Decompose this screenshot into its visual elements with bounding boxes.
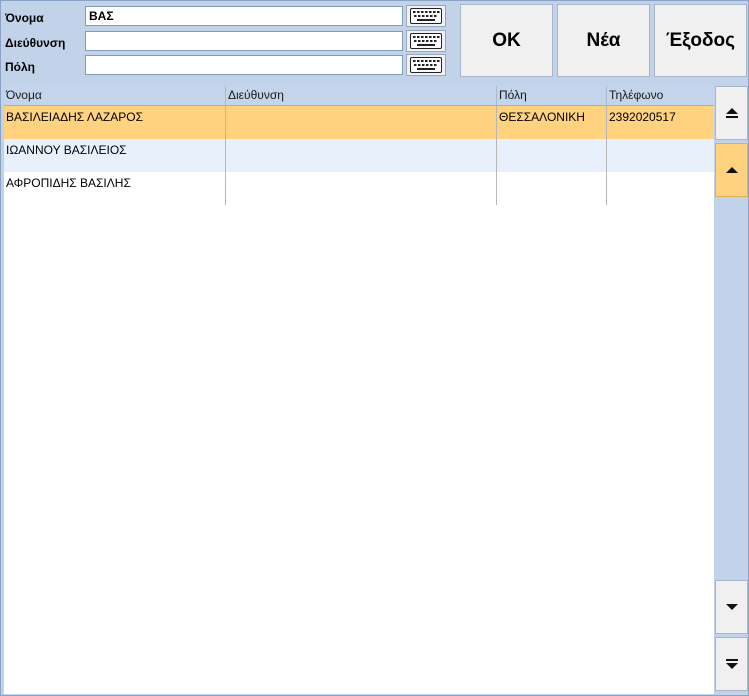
name-label: Όνομα [5, 11, 44, 25]
table-row[interactable]: ΑΦΡΟΠΙΔΗΣ ΒΑΣΙΛΗΣ [4, 172, 714, 205]
results-grid[interactable]: Όνομα Διεύθυνση Πόλη Τηλέφωνο ΒΑΣΙΛΕΙΑΔΗ… [4, 86, 714, 694]
city-keyboard-button[interactable] [406, 54, 446, 76]
cell-phone [607, 139, 714, 172]
last-page-icon [725, 659, 738, 669]
cell-name: ΙΩΑΝΝΟΥ ΒΑΣΙΛΕΙΟΣ [4, 139, 226, 172]
arrow-up-icon [725, 167, 738, 173]
grid-header: Όνομα Διεύθυνση Πόλη Τηλέφωνο [4, 86, 714, 106]
new-button[interactable]: Νέα [557, 4, 650, 77]
column-header-city[interactable]: Πόλη [497, 86, 607, 105]
column-header-address[interactable]: Διεύθυνση [226, 86, 497, 105]
column-header-name[interactable]: Όνομα [4, 86, 226, 105]
cell-phone: 2392020517 [609, 110, 676, 124]
scroll-up-button[interactable] [715, 143, 748, 197]
table-row[interactable]: ΙΩΑΝΝΟΥ ΒΑΣΙΛΕΙΟΣ [4, 139, 714, 172]
name-keyboard-button[interactable] [406, 5, 446, 27]
scroll-last-button[interactable] [715, 637, 748, 691]
scroll-down-button[interactable] [715, 580, 748, 634]
keyboard-icon [410, 33, 442, 49]
cell-city: ΘΕΣΣΑΛΟΝΙΚΗ [497, 106, 607, 139]
city-label: Πόλη [5, 60, 35, 74]
grid-scrollbar[interactable] [715, 86, 748, 694]
cell-address [226, 172, 497, 205]
address-label: Διεύθυνση [5, 36, 66, 50]
name-input[interactable] [85, 6, 403, 26]
cell-address [226, 139, 497, 172]
cell-city [497, 139, 607, 172]
cell-phone [607, 172, 714, 205]
table-row[interactable]: ΒΑΣΙΛΕΙΑΔΗΣ ΛΑΖΑΡΟΣ ΘΕΣΣΑΛΟΝΙΚΗ 23920205… [4, 106, 714, 139]
cell-address [226, 106, 497, 139]
exit-button[interactable]: Έξοδος [654, 4, 747, 77]
city-input[interactable] [85, 55, 403, 75]
scroll-first-button[interactable] [715, 86, 748, 140]
ok-button[interactable]: ΟΚ [460, 4, 553, 77]
cell-city [497, 172, 607, 205]
cell-name: ΒΑΣΙΛΕΙΑΔΗΣ ΛΑΖΑΡΟΣ [4, 106, 226, 139]
customer-search-window: Όνομα Διεύθυνση Πόλη ΟΚ Νέα Έξοδος Όνομα… [0, 0, 749, 696]
arrow-down-icon [725, 604, 738, 610]
cell-name: ΑΦΡΟΠΙΔΗΣ ΒΑΣΙΛΗΣ [4, 172, 226, 205]
address-input[interactable] [85, 31, 403, 51]
keyboard-icon [410, 8, 442, 24]
address-keyboard-button[interactable] [406, 30, 446, 52]
first-page-icon [725, 108, 738, 118]
keyboard-icon [410, 57, 442, 73]
column-header-phone[interactable]: Τηλέφωνο [607, 86, 714, 105]
